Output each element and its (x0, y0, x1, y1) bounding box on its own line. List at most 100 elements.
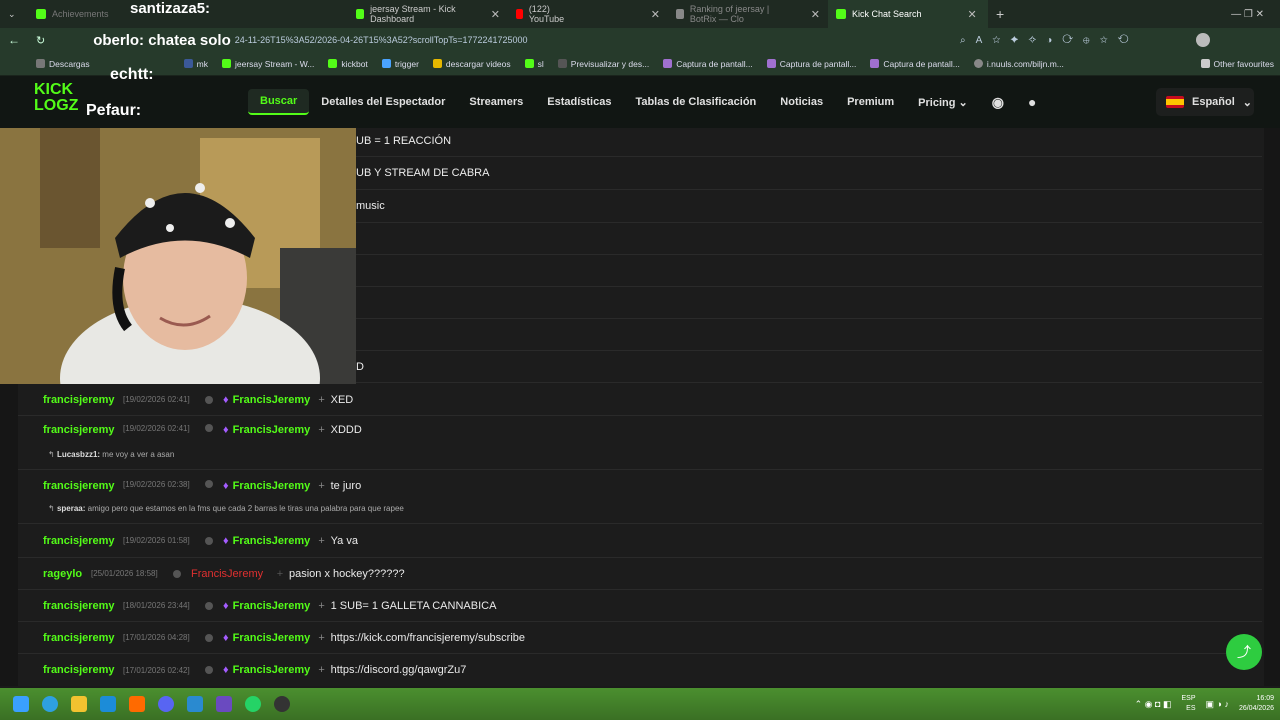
partial-message: music (356, 200, 385, 212)
chat-row[interactable]: francisjeremy [17/01/2026 04:28] ♦ Franc… (18, 622, 1262, 654)
plus-icon[interactable]: + (313, 394, 331, 406)
username[interactable]: francisjeremy (43, 394, 123, 406)
bookmark-8[interactable]: Captura de pantall... (663, 59, 753, 69)
bookmark-1[interactable]: mk (183, 59, 208, 69)
nav-pricing[interactable]: Pricing ⌄ (906, 90, 980, 115)
avatar[interactable] (1196, 33, 1210, 47)
browser-menu-icon[interactable]: ⌄ (0, 0, 28, 28)
windows-start-icon[interactable] (13, 696, 29, 712)
bookmark-4[interactable]: trigger (381, 59, 419, 69)
nav-estadisticas[interactable]: Estadísticas (535, 90, 623, 114)
tab-2[interactable]: jeersay Stream - Kick Dashboard ✕ (348, 0, 508, 28)
nav-buscar[interactable]: Buscar (248, 89, 310, 115)
timestamp: [19/02/2026 02:41] (123, 424, 190, 433)
app-icon[interactable] (100, 696, 116, 712)
username[interactable]: rageylo (43, 568, 91, 580)
app-icon[interactable] (129, 696, 145, 712)
new-tab-button[interactable]: + (988, 0, 1012, 28)
username[interactable]: francisjeremy (43, 480, 123, 492)
obs-icon[interactable] (274, 696, 290, 712)
nav-premium[interactable]: Premium (835, 90, 906, 114)
message-text[interactable]: https://discord.gg/qawgrZu7 (331, 664, 467, 676)
tab-5[interactable]: Kick Chat Search ✕ (828, 0, 988, 28)
language-label: Español (1192, 96, 1235, 108)
bookmark-5[interactable]: descargar videos (432, 59, 511, 69)
file-explorer-icon[interactable] (71, 696, 87, 712)
close-icon[interactable]: ✕ (811, 8, 820, 21)
close-icon[interactable]: ✕ (491, 8, 500, 21)
username[interactable]: francisjeremy (43, 664, 123, 676)
discord-icon[interactable]: ◉ (980, 88, 1016, 117)
chat-row[interactable]: francisjeremy [17/01/2026 02:42] ♦ Franc… (18, 654, 1262, 686)
channel-name[interactable]: FrancisJeremy (233, 480, 313, 492)
share-button[interactable]: ⤴ (1226, 634, 1262, 670)
timestamp: [19/02/2026 01:58] (123, 536, 190, 545)
close-icon[interactable]: ✕ (968, 8, 977, 21)
close-icon[interactable]: ✕ (651, 8, 660, 21)
timestamp: [19/02/2026 02:41] (123, 395, 190, 404)
back-icon[interactable]: ← (8, 33, 20, 47)
site-header: KICK LOGZ echtt: Pefaur: Buscar Detalles… (0, 66, 1280, 128)
channel-name[interactable]: FrancisJeremy (233, 535, 313, 547)
plus-icon[interactable]: + (313, 424, 331, 436)
channel-name[interactable]: FrancisJeremy (233, 632, 313, 644)
nav-detalles[interactable]: Detalles del Espectador (309, 90, 457, 114)
channel-name[interactable]: FrancisJeremy (233, 664, 313, 676)
username[interactable]: francisjeremy (43, 632, 123, 644)
nav-streamers[interactable]: Streamers (457, 90, 535, 114)
clock[interactable]: 16:09 26/04/2026 (1239, 694, 1274, 714)
nav-tablas[interactable]: Tablas de Clasificación (623, 90, 768, 114)
discord-taskbar-icon[interactable] (158, 696, 174, 712)
chat-row[interactable]: francisjeremy [19/02/2026 01:58] ♦ Franc… (18, 524, 1262, 558)
channel-name[interactable]: FrancisJeremy (233, 424, 313, 436)
username[interactable]: francisjeremy (43, 535, 123, 547)
username[interactable]: francisjeremy (43, 600, 123, 612)
username[interactable]: francisjeremy (43, 424, 123, 436)
plus-icon[interactable]: + (313, 600, 331, 612)
window-controls[interactable]: — ❐ ✕ (1223, 0, 1272, 28)
language-select[interactable]: Español ⌄ (1156, 88, 1254, 116)
tray-icons[interactable]: ⌃ ◉ ◘ ◧ (1135, 699, 1172, 710)
channel-name[interactable]: FrancisJeremy (191, 568, 271, 580)
language-indicator[interactable]: ESP ES (1181, 694, 1195, 714)
nav-noticias[interactable]: Noticias (768, 90, 835, 114)
plus-icon[interactable]: + (313, 480, 331, 492)
tab-4[interactable]: Ranking of jeersay | BotRix — Clo ✕ (668, 0, 828, 28)
app-icon[interactable] (216, 696, 232, 712)
channel-name[interactable]: FrancisJeremy (233, 600, 313, 612)
message-text[interactable]: https://kick.com/francisjeremy/subscribe (331, 632, 525, 644)
chat-row[interactable]: rageylo [25/01/2026 18:58] FrancisJeremy… (18, 558, 1262, 590)
chat-row[interactable]: francisjeremy [19/02/2026 02:41] ♦ Franc… (18, 384, 1262, 416)
reload-icon[interactable]: ↻ (36, 34, 45, 47)
overlay-username: santizaza5: (130, 0, 211, 17)
network-icons[interactable]: ▣ ◑ ♪ (1206, 699, 1229, 710)
bookmark-3[interactable]: kickbot (328, 59, 368, 69)
whatsapp-icon[interactable] (245, 696, 261, 712)
user-icon[interactable]: ● (1016, 88, 1048, 116)
edge-icon[interactable] (42, 696, 58, 712)
chat-row[interactable]: francisjeremy [19/02/2026 02:41] ♦ Franc… (18, 416, 1262, 470)
bookmark-6[interactable]: sl (524, 59, 544, 69)
share-icon: ⤴ (1237, 644, 1251, 660)
bookmark-11[interactable]: i.nuuls.com/biljn.m... (973, 59, 1064, 69)
divider (356, 254, 1262, 255)
plus-icon[interactable]: + (313, 632, 331, 644)
channel-icon: ♦ (223, 631, 229, 644)
tab-3[interactable]: (122) YouTube ✕ (508, 0, 668, 28)
address-bar[interactable]: ← ↻ oberlo: chatea solo 24-11-26T15%3A52… (0, 28, 1280, 52)
other-favourites[interactable]: Other favourites (1200, 59, 1274, 69)
extension-icons[interactable]: ⌕A☆✦✧◑⟳⊕✩⟲ (960, 35, 1139, 46)
bookmark-0[interactable]: Descargas (36, 59, 90, 69)
plus-icon[interactable]: + (271, 568, 289, 580)
bookmark-9[interactable]: Captura de pantall... (766, 59, 856, 69)
bookmark-7[interactable]: Previsualizar y des... (557, 59, 649, 69)
url-text: 24-11-26T15%3A52/2026-04-26T15%3A52?scro… (234, 35, 528, 45)
plus-icon[interactable]: + (313, 535, 331, 547)
bookmark-2[interactable]: jeersay Stream - W... (221, 59, 314, 69)
app-icon[interactable] (187, 696, 203, 712)
chat-row[interactable]: francisjeremy [19/02/2026 02:38] ♦ Franc… (18, 470, 1262, 524)
plus-icon[interactable]: + (313, 664, 331, 676)
channel-name[interactable]: FrancisJeremy (233, 394, 313, 406)
bookmark-10[interactable]: Captura de pantall... (870, 59, 960, 69)
chat-row[interactable]: francisjeremy [18/01/2026 23:44] ♦ Franc… (18, 590, 1262, 622)
